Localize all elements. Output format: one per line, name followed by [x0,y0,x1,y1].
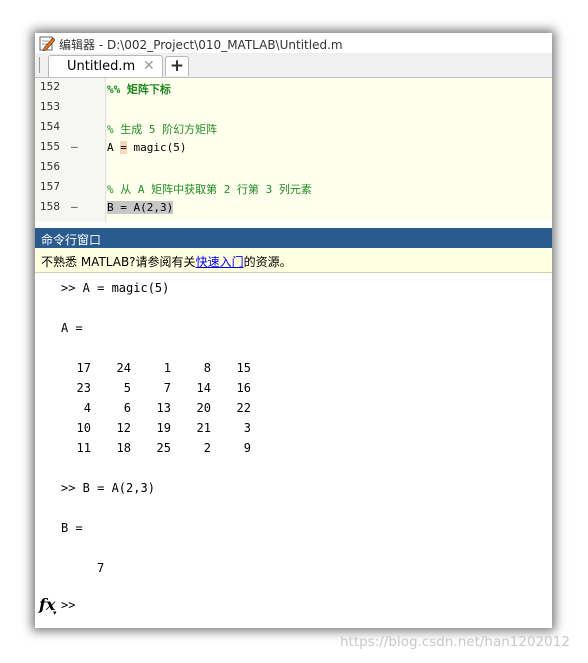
matrix-cell: 9 [243,441,251,455]
matrix-cell: 4 [83,401,91,415]
matrix-cell: 19 [156,421,171,435]
code-pre: A [107,141,121,154]
line-number: 155 [40,141,61,153]
variable-label: B = [61,521,83,535]
line-number: 152 [40,81,61,93]
watermark-text: https://blog.csdn.net/han1202012 [340,634,570,650]
breakpoint-dash[interactable]: – [71,140,78,153]
matrix-cell: 5 [123,381,131,395]
command-window-title: 命令行窗口 [41,233,102,247]
line-number: 154 [40,121,61,133]
command-line: >> A = magic(5) [61,281,170,295]
line-number: 153 [40,101,61,113]
matrix-cell: 6 [123,401,131,415]
matrix-cell: 21 [196,421,211,435]
code-line[interactable]: 154 % 生成 5 阶幻方矩阵 [35,118,552,138]
notice-suffix: 的资源。 [243,255,292,269]
code-post: magic(5) [126,141,187,154]
code-comment: % 从 A 矩阵中获取第 2 行第 3 列元素 [107,183,312,196]
matrix-cell: 23 [76,381,91,395]
matrix-cell: 10 [76,421,91,435]
notice-prefix: 不熟悉 MATLAB?请参阅有关 [41,255,196,269]
code-line[interactable]: 155 – A = magic(5) [35,138,552,158]
line-number: 157 [40,181,61,193]
matrix-cell: 13 [156,401,171,415]
matrix-cell: 24 [116,361,131,375]
code-text: A = magic(5) [107,141,186,154]
command-line: >> B = A(2,3) [61,481,155,495]
matrix-cell: 12 [116,421,131,435]
getting-started-notice: 不熟悉 MATLAB?请参阅有关快速入门的资源。 [35,248,552,273]
matrix-cell: 16 [236,381,251,395]
matrix-cell: 11 [76,441,91,455]
command-window-output[interactable]: >> A = magic(5) A = 17 24 1 8 15 23 5 7 … [35,273,552,628]
tab-untitled-m[interactable]: Untitled.m ✕ [48,55,163,77]
command-window-header: 命令行窗口 [35,228,552,248]
matrix-cell: 18 [116,441,131,455]
matrix-cell: 17 [76,361,91,375]
code-line[interactable]: 152 %% 矩阵下标 [35,78,552,98]
tab-label: Untitled.m [67,59,136,74]
result-value: 7 [97,561,105,575]
window-title: 编辑器 - D:\002_Project\010_MATLAB\Untitled… [59,38,343,52]
code-line[interactable]: 156 [35,158,552,178]
matrix-cell: 7 [163,381,171,395]
code-line[interactable]: 157 % 从 A 矩阵中获取第 2 行第 3 列元素 [35,178,552,198]
matrix-cell: 15 [236,361,251,375]
pencil-edit-icon [39,36,55,51]
command-prompt[interactable]: >> [61,598,75,612]
code-text: %% 矩阵下标 [107,83,171,96]
notice-text: 不熟悉 MATLAB?请参阅有关快速入门的资源。 [41,253,292,270]
matrix-cell: 8 [203,361,211,375]
tab-bar-handle [39,57,40,73]
getting-started-link[interactable]: 快速入门 [196,255,244,269]
matrix-cell: 1 [163,361,171,375]
add-tab-button[interactable]: + [165,56,189,76]
matrix-cell: 22 [236,401,251,415]
title-bar: 编辑器 - D:\002_Project\010_MATLAB\Untitled… [35,33,552,53]
matlab-window: 编辑器 - D:\002_Project\010_MATLAB\Untitled… [35,33,552,628]
selected-code-text: B = A(2,3) [107,201,174,214]
breakpoint-dash[interactable]: – [71,200,78,213]
function-fx-icon[interactable]: fx ▾ [39,595,57,617]
matrix-cell: 14 [196,381,211,395]
code-editor[interactable]: 152 %% 矩阵下标 153 154 % 生成 5 阶幻方矩阵 155 – A… [35,78,552,222]
line-number: 158 [40,201,61,213]
matrix-cell: 25 [156,441,171,455]
fx-dropdown-icon[interactable]: ▾ [53,608,57,617]
code-line[interactable]: 158 – B = A(2,3) [35,198,552,218]
matrix-cell: 2 [203,441,211,455]
code-comment: % 生成 5 阶幻方矩阵 [107,123,218,136]
line-number: 156 [40,161,61,173]
matrix-cell: 3 [243,421,251,435]
close-tab-icon[interactable]: ✕ [143,58,155,74]
matrix-cell: 20 [196,401,211,415]
cursor-highlight: = [120,141,127,154]
tab-bar: Untitled.m ✕ + [35,53,552,78]
code-line[interactable]: 153 [35,98,552,118]
variable-label: A = [61,321,83,335]
